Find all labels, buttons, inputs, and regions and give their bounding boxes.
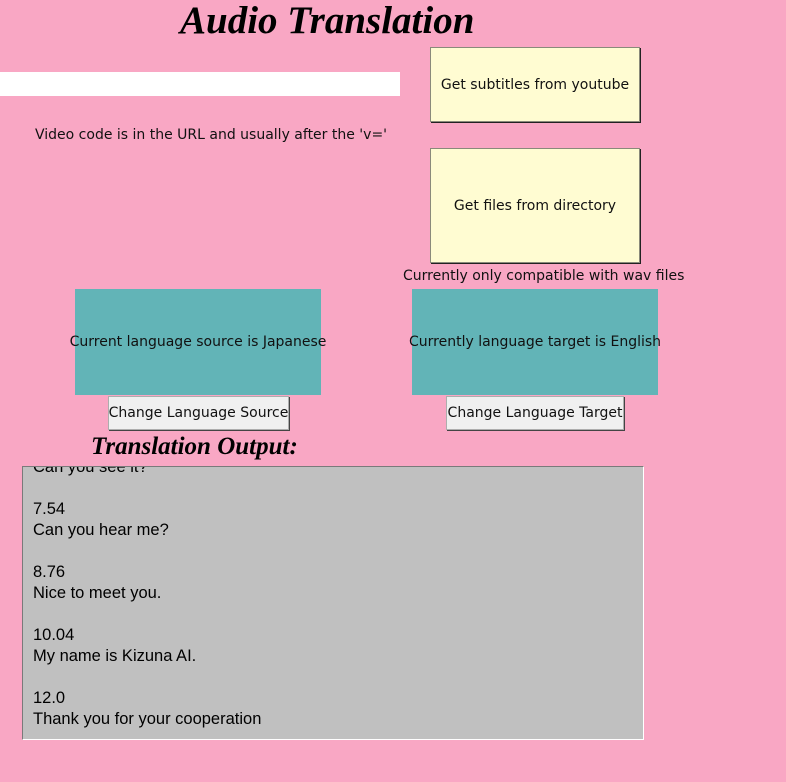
output-entry: 7.54 Can you hear me? [33, 499, 643, 541]
output-entry: Can you see it? [33, 466, 643, 478]
video-code-hint: Video code is in the URL and usually aft… [35, 127, 388, 143]
output-entry: 10.04 My name is Kizuna AI. [33, 625, 643, 667]
language-source-display: Current language source is Japanese [70, 289, 326, 395]
language-target-display: Currently language target is English [408, 289, 662, 395]
language-target-label: Currently language target is English [408, 334, 662, 350]
output-entry-time: 12.0 [33, 689, 66, 707]
output-entry-text: Can you hear me? [33, 521, 169, 539]
wav-compatibility-hint: Currently only compatible with wav files [403, 268, 685, 284]
change-language-source-button[interactable]: Change Language Source [108, 396, 289, 430]
translation-output-content: Can you see it? 7.54 Can you hear me? 8.… [33, 466, 643, 739]
output-entry: 8.76 Nice to meet you. [33, 562, 643, 604]
output-entry-text: Thank you for your cooperation [33, 710, 262, 728]
output-entry: 12.0 Thank you for your cooperation [33, 688, 643, 730]
output-entry-time: 7.54 [33, 500, 66, 518]
get-files-directory-button[interactable]: Get files from directory [430, 148, 640, 263]
output-entry-text: Can you see it? [33, 466, 148, 476]
language-source-label: Current language source is Japanese [69, 334, 327, 350]
app-title: Audio Translation [180, 0, 475, 42]
output-entry-time: 8.76 [33, 563, 66, 581]
change-language-target-button[interactable]: Change Language Target [446, 396, 624, 430]
output-entry-text: Nice to meet you. [33, 584, 162, 602]
translation-output-textbox[interactable]: Can you see it? 7.54 Can you hear me? 8.… [22, 466, 644, 740]
output-entry-text: My name is Kizuna AI. [33, 647, 197, 665]
translation-output-label: Translation Output: [91, 433, 298, 460]
get-youtube-subtitles-button[interactable]: Get subtitles from youtube [430, 47, 640, 122]
output-entry-time: 10.04 [33, 626, 75, 644]
video-code-input[interactable] [0, 72, 400, 96]
